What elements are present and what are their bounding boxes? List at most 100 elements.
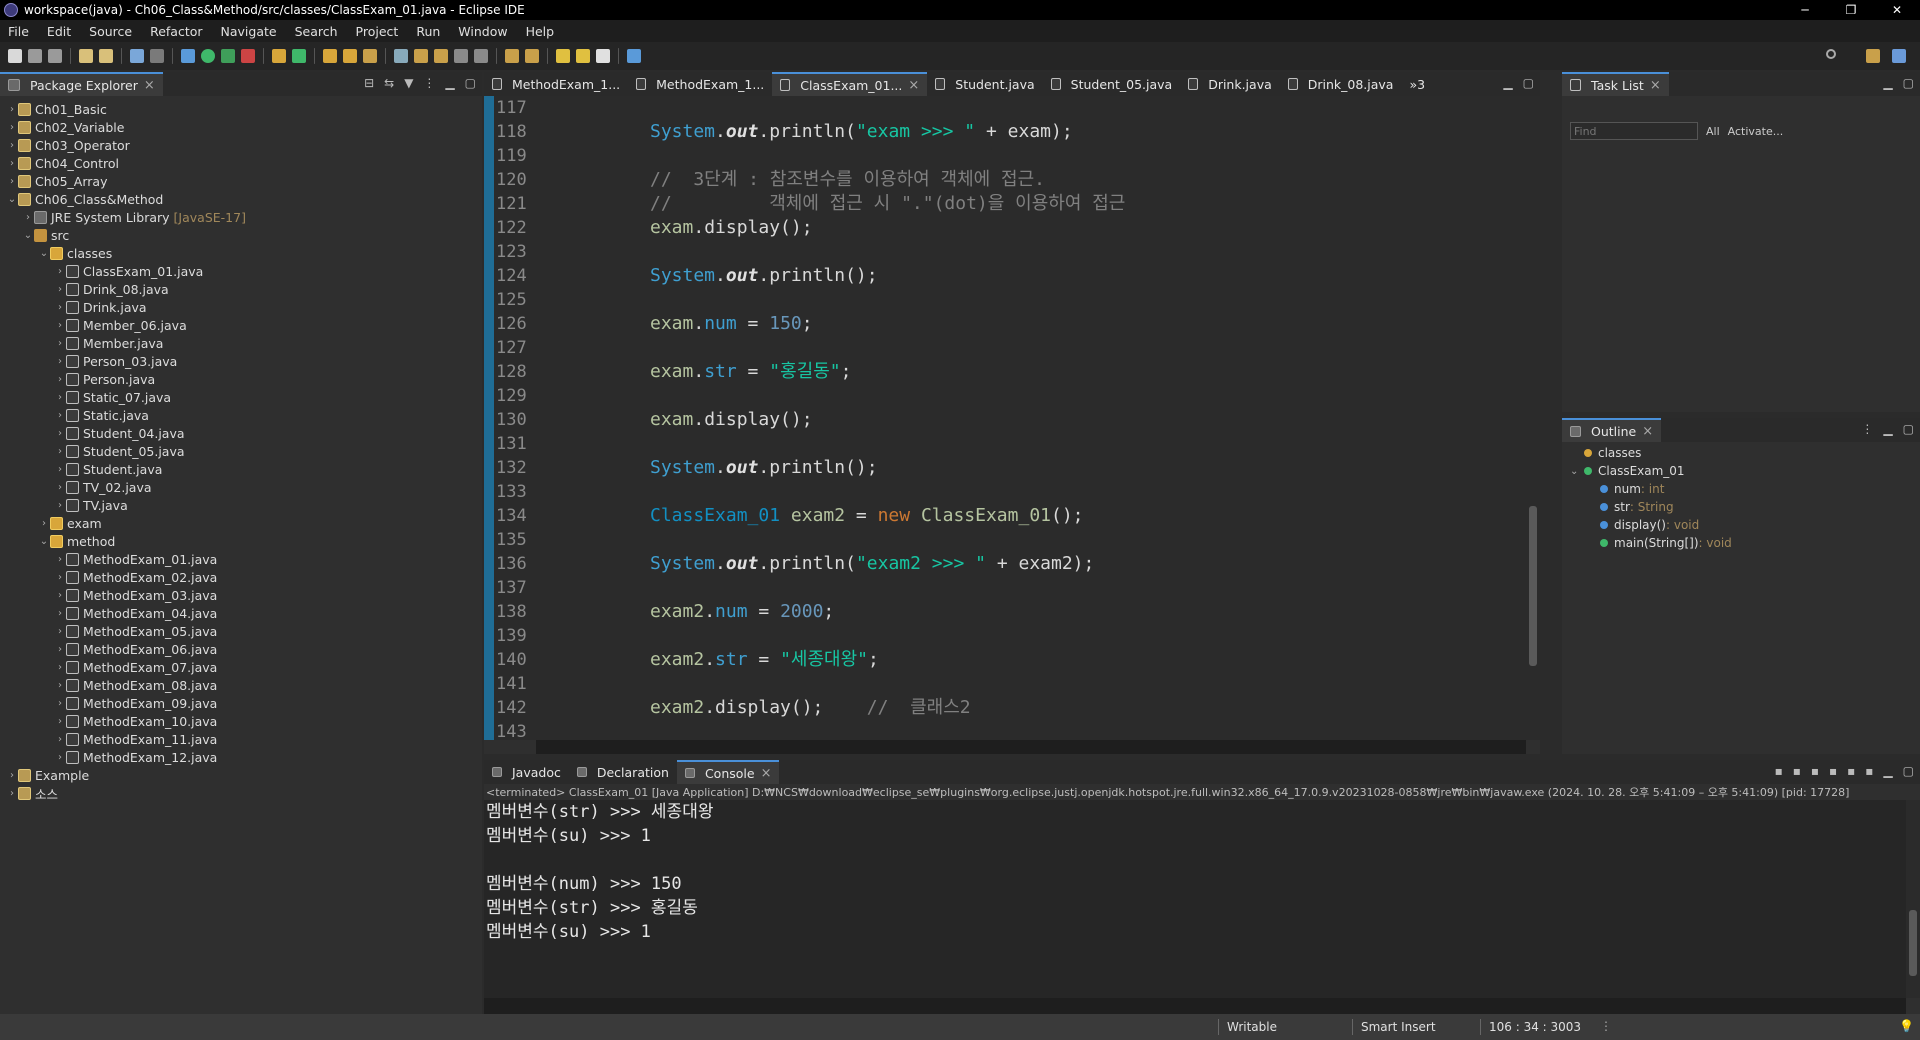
clear-console-icon[interactable]: ▪: [1811, 764, 1819, 778]
redo-icon[interactable]: [99, 49, 113, 63]
collapsed-twisty-icon[interactable]: ›: [54, 572, 66, 583]
collapsed-twisty-icon[interactable]: ›: [54, 608, 66, 619]
collapsed-twisty-icon[interactable]: ›: [54, 266, 66, 277]
code-line[interactable]: exam.display();: [650, 408, 1540, 432]
tip-icon[interactable]: 💡: [1899, 1019, 1914, 1033]
prev-annotation-icon[interactable]: [525, 49, 539, 63]
tree-item[interactable]: › Drink.java: [0, 298, 482, 316]
scroll-lock-icon[interactable]: ▪: [1829, 764, 1837, 778]
maximize-icon[interactable]: ▢: [1903, 76, 1914, 90]
code-line[interactable]: [650, 576, 1540, 600]
code-line[interactable]: exam.str = "홍길동";: [650, 360, 1540, 384]
maximize-icon[interactable]: ▢: [1903, 422, 1914, 436]
code-line[interactable]: [650, 240, 1540, 264]
new-java-package-icon[interactable]: [272, 49, 286, 63]
collapsed-twisty-icon[interactable]: ›: [54, 428, 66, 439]
code-line[interactable]: // 3단계 : 참조변수를 이용하여 객체에 접근.: [650, 168, 1540, 192]
expanded-twisty-icon[interactable]: ⌄: [1570, 466, 1584, 477]
terminate-icon[interactable]: ▪: [1775, 764, 1783, 778]
tree-item[interactable]: › Member_06.java: [0, 316, 482, 334]
minimize-icon[interactable]: ▁: [445, 76, 454, 90]
menu-project[interactable]: Project: [356, 24, 399, 39]
last-edit-icon[interactable]: [556, 49, 570, 63]
tree-item[interactable]: › TV.java: [0, 496, 482, 514]
tree-item[interactable]: › MethodExam_06.java: [0, 640, 482, 658]
collapsed-twisty-icon[interactable]: ›: [54, 626, 66, 637]
skip-breakpoints-icon[interactable]: [150, 49, 164, 63]
expanded-twisty-icon[interactable]: ⌄: [22, 230, 34, 241]
menu-help[interactable]: Help: [526, 24, 555, 39]
tree-item[interactable]: › JRE System Library [JavaSE-17]: [0, 208, 482, 226]
tree-item[interactable]: › Student.java: [0, 460, 482, 478]
collapsed-twisty-icon[interactable]: ›: [6, 770, 18, 781]
outline-item[interactable]: ⌄ ClassExam_01: [1562, 462, 1920, 480]
code-line[interactable]: exam2.display(); // 클래스2: [650, 696, 1540, 720]
new-icon[interactable]: [8, 49, 22, 63]
bottom-view-tab[interactable]: Declaration: [569, 760, 677, 784]
undo-icon[interactable]: [79, 49, 93, 63]
collapse-all-icon[interactable]: ⊟: [364, 76, 374, 90]
collapsed-twisty-icon[interactable]: ›: [54, 284, 66, 295]
tree-item[interactable]: › TV_02.java: [0, 478, 482, 496]
bottom-view-tab[interactable]: Console ×: [676, 760, 780, 784]
tree-item[interactable]: › MethodExam_11.java: [0, 730, 482, 748]
console-horizontal-scrollbar[interactable]: [484, 998, 1906, 1014]
collapsed-twisty-icon[interactable]: ›: [54, 716, 66, 727]
tree-item[interactable]: › Person.java: [0, 370, 482, 388]
collapsed-twisty-icon[interactable]: ›: [54, 446, 66, 457]
terminal-icon[interactable]: [130, 49, 144, 63]
link-editor-icon[interactable]: ⇆: [384, 76, 394, 90]
tree-item[interactable]: › Drink_08.java: [0, 280, 482, 298]
maximize-icon[interactable]: ▢: [465, 76, 476, 90]
code-line[interactable]: [650, 720, 1540, 740]
tree-item[interactable]: › Person_03.java: [0, 352, 482, 370]
tree-item[interactable]: › Ch01_Basic: [0, 100, 482, 118]
code-line[interactable]: System.out.println();: [650, 264, 1540, 288]
console-vertical-scrollbar[interactable]: [1906, 800, 1920, 998]
code-line[interactable]: [650, 336, 1540, 360]
collapsed-twisty-icon[interactable]: ›: [54, 734, 66, 745]
expanded-twisty-icon[interactable]: ⌄: [6, 194, 18, 205]
close-icon[interactable]: ×: [761, 766, 772, 781]
tree-item[interactable]: › ClassExam_01.java: [0, 262, 482, 280]
tree-item[interactable]: › Ch04_Control: [0, 154, 482, 172]
save-icon[interactable]: [28, 49, 42, 63]
collapsed-twisty-icon[interactable]: ›: [54, 392, 66, 403]
minimize-button[interactable]: ─: [1782, 0, 1828, 20]
minimize-icon[interactable]: ▁: [1883, 764, 1892, 778]
forward-icon[interactable]: [596, 49, 610, 63]
code-line[interactable]: [650, 624, 1540, 648]
code-area[interactable]: System.out.println("exam >>> " + exam); /…: [650, 96, 1540, 740]
coverage-icon[interactable]: [221, 49, 235, 63]
open-perspective-icon[interactable]: [1866, 49, 1880, 63]
tree-item[interactable]: › MethodExam_10.java: [0, 712, 482, 730]
tree-item[interactable]: › MethodExam_04.java: [0, 604, 482, 622]
console-output[interactable]: 멤버변수(str) >>> 세종대왕 멤버변수(su) >>> 1 멤버변수(num…: [484, 800, 1906, 998]
show-whitespace-icon[interactable]: [474, 49, 488, 63]
close-icon[interactable]: ×: [1642, 424, 1653, 439]
code-line[interactable]: [650, 432, 1540, 456]
code-line[interactable]: System.out.println();: [650, 456, 1540, 480]
minimize-icon[interactable]: ▁: [1503, 76, 1512, 90]
menu-navigate[interactable]: Navigate: [221, 24, 277, 39]
collapsed-twisty-icon[interactable]: ›: [6, 104, 18, 115]
code-line[interactable]: exam2.str = "세종대왕";: [650, 648, 1540, 672]
tree-item[interactable]: › MethodExam_01.java: [0, 550, 482, 568]
close-button[interactable]: ✕: [1874, 0, 1920, 20]
pin-editor-icon[interactable]: [627, 49, 641, 63]
java-perspective-icon[interactable]: [1892, 49, 1906, 63]
tree-item[interactable]: › Example: [0, 766, 482, 784]
collapsed-twisty-icon[interactable]: ›: [54, 338, 66, 349]
new-java-class-icon[interactable]: [292, 49, 306, 63]
collapsed-twisty-icon[interactable]: ›: [54, 302, 66, 313]
menu-run[interactable]: Run: [416, 24, 440, 39]
collapsed-twisty-icon[interactable]: ›: [22, 212, 34, 223]
collapsed-twisty-icon[interactable]: ›: [54, 410, 66, 421]
close-icon[interactable]: ×: [908, 78, 919, 93]
editor-horizontal-scrollbar[interactable]: [536, 740, 1526, 754]
more-tabs-button[interactable]: »3: [1401, 72, 1433, 96]
tree-item[interactable]: › MethodExam_08.java: [0, 676, 482, 694]
remove-launch-icon[interactable]: ▪: [1793, 764, 1801, 778]
editor-vertical-scrollbar[interactable]: [1526, 96, 1540, 740]
menu-refactor[interactable]: Refactor: [150, 24, 202, 39]
